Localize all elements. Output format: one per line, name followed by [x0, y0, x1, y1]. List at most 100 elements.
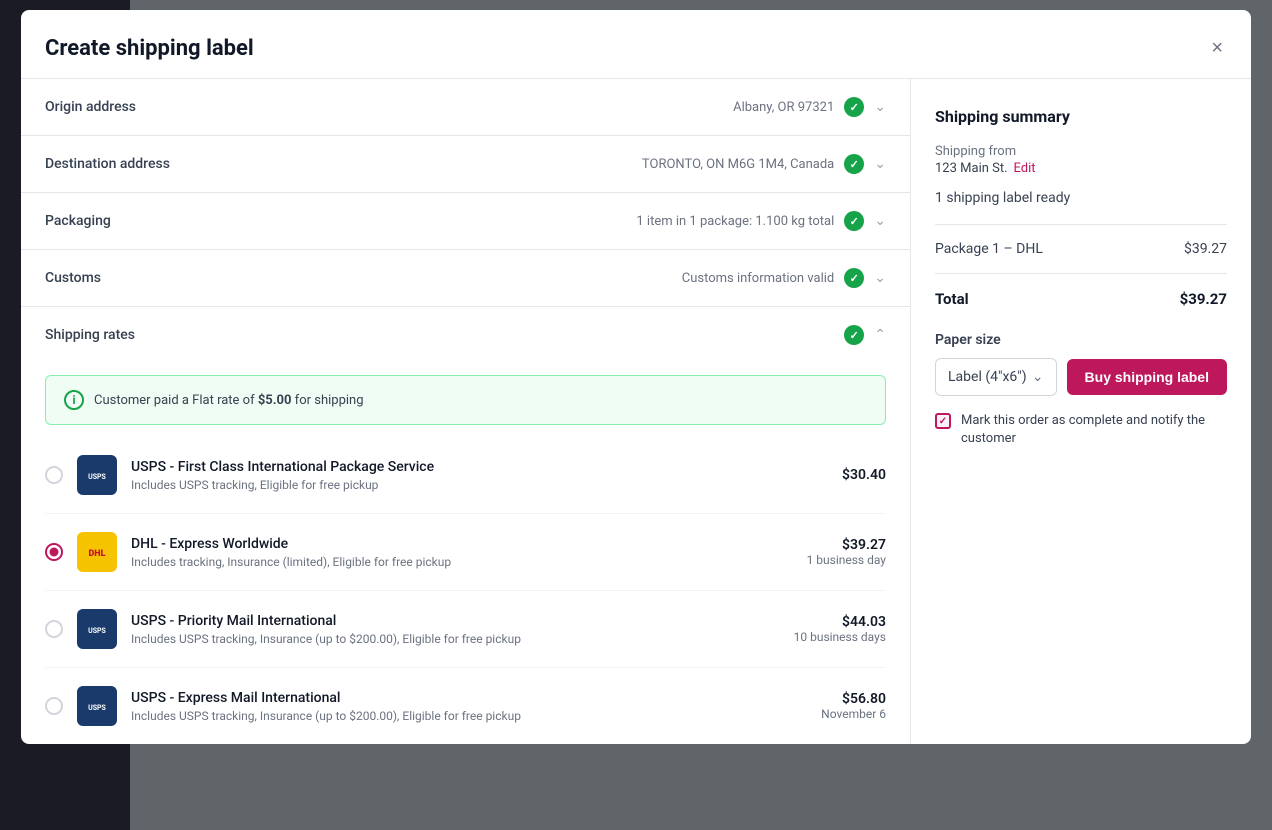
rate-desc-usps-first: Includes USPS tracking, Eligible for fre… — [131, 478, 828, 492]
close-button[interactable]: × — [1207, 34, 1227, 62]
summary-total-label: Total — [935, 290, 969, 308]
checkbox-row: Mark this order as complete and notify t… — [935, 412, 1227, 448]
carrier-logo-dhl: DHL — [77, 532, 117, 572]
rate-option-usps-priority: USPS USPS - Priority Mail International … — [45, 591, 886, 668]
rate-price-usps-express: $56.80 — [821, 691, 886, 707]
shipping-rates-right: ⌃ — [844, 325, 886, 345]
rate-option-dhl-express: DHL DHL - Express Worldwide Includes tra… — [45, 514, 886, 591]
shipping-rates-chevron-up-icon: ⌃ — [874, 327, 886, 343]
accordion-packaging: Packaging 1 item in 1 package: 1.100 kg … — [21, 193, 910, 250]
summary-ready: 1 shipping label ready — [935, 190, 1227, 206]
destination-value: TORONTO, ON M6G 1M4, Canada — [642, 157, 834, 172]
accordion-shipping-rates: Shipping rates ⌃ i Customer paid a Flat … — [21, 307, 910, 744]
right-panel: Shipping summary Shipping from 123 Main … — [911, 79, 1251, 744]
rate-price-block-usps-first: $30.40 — [842, 467, 886, 483]
rate-name-usps-express: USPS - Express Mail International — [131, 690, 807, 706]
accordion-customs-header[interactable]: Customs Customs information valid ⌄ — [21, 250, 910, 306]
packaging-label: Packaging — [45, 213, 111, 229]
summary-package-label: Package 1 – DHL — [935, 241, 1043, 257]
modal-header: Create shipping label × — [21, 10, 1251, 79]
paper-size-chevron-down-icon: ⌄ — [1032, 369, 1044, 385]
modal-title: Create shipping label — [45, 36, 254, 61]
rate-price-block-usps-priority: $44.03 10 business days — [794, 614, 886, 644]
rate-desc-usps-priority: Includes USPS tracking, Insurance (up to… — [131, 632, 780, 646]
destination-check-icon — [844, 154, 864, 174]
paper-size-select[interactable]: Label (4"x6") ⌄ — [935, 358, 1057, 396]
rate-info-dhl-express: DHL - Express Worldwide Includes trackin… — [131, 536, 793, 569]
rate-price-block-dhl-express: $39.27 1 business day — [807, 537, 886, 567]
rate-delivery-usps-express: November 6 — [821, 707, 886, 721]
rate-desc-dhl-express: Includes tracking, Insurance (limited), … — [131, 555, 793, 569]
svg-text:USPS: USPS — [88, 627, 106, 635]
modal-overlay: Create shipping label × Origin address A… — [0, 0, 1272, 830]
info-banner-text: Customer paid a Flat rate of $5.00 for s… — [94, 393, 364, 408]
rate-radio-usps-priority[interactable] — [45, 620, 63, 638]
rate-price-usps-priority: $44.03 — [794, 614, 886, 630]
paper-size-label: Paper size — [935, 332, 1227, 348]
rate-name-dhl-express: DHL - Express Worldwide — [131, 536, 793, 552]
summary-divider-top — [935, 224, 1227, 225]
paper-size-row: Label (4"x6") ⌄ Buy shipping label — [935, 358, 1227, 396]
rate-name-usps-first: USPS - First Class International Package… — [131, 459, 828, 475]
rate-info-usps-first: USPS - First Class International Package… — [131, 459, 828, 492]
rate-radio-dhl-express[interactable] — [45, 543, 63, 561]
carrier-logo-usps: USPS — [77, 455, 117, 495]
rate-info-usps-express: USPS - Express Mail International Includ… — [131, 690, 807, 723]
accordion-destination-header[interactable]: Destination address TORONTO, ON M6G 1M4,… — [21, 136, 910, 192]
notify-customer-label: Mark this order as complete and notify t… — [961, 412, 1227, 448]
rate-price-block-usps-express: $56.80 November 6 — [821, 691, 886, 721]
svg-text:DHL: DHL — [88, 549, 105, 559]
packaging-chevron-down-icon: ⌄ — [874, 213, 886, 229]
left-panel: Origin address Albany, OR 97321 ⌄ Destin… — [21, 79, 911, 744]
origin-chevron-down-icon: ⌄ — [874, 99, 886, 115]
shipping-rates-check-icon — [844, 325, 864, 345]
destination-chevron-down-icon: ⌄ — [874, 156, 886, 172]
summary-package-row: Package 1 – DHL $39.27 — [935, 241, 1227, 257]
packaging-check-icon — [844, 211, 864, 231]
summary-title: Shipping summary — [935, 107, 1227, 126]
packaging-right: 1 item in 1 package: 1.100 kg total ⌄ — [636, 211, 886, 231]
rate-radio-usps-first[interactable] — [45, 466, 63, 484]
rate-price-dhl-express: $39.27 — [807, 537, 886, 553]
rate-name-usps-priority: USPS - Priority Mail International — [131, 613, 780, 629]
accordion-packaging-header[interactable]: Packaging 1 item in 1 package: 1.100 kg … — [21, 193, 910, 249]
svg-text:USPS: USPS — [88, 704, 106, 712]
summary-package-price: $39.27 — [1184, 241, 1227, 257]
origin-value: Albany, OR 97321 — [733, 100, 834, 115]
paper-size-select-value: Label (4"x6") — [948, 369, 1027, 385]
summary-divider-bottom — [935, 273, 1227, 274]
summary-edit-link[interactable]: Edit — [1014, 161, 1036, 176]
destination-label: Destination address — [45, 156, 170, 172]
buy-shipping-label-button[interactable]: Buy shipping label — [1067, 359, 1227, 395]
accordion-customs: Customs Customs information valid ⌄ — [21, 250, 910, 307]
carrier-logo-usps-express: USPS — [77, 686, 117, 726]
origin-check-icon — [844, 97, 864, 117]
packaging-value: 1 item in 1 package: 1.100 kg total — [636, 214, 834, 229]
notify-customer-checkbox[interactable] — [935, 413, 951, 429]
carrier-logo-usps-priority: USPS — [77, 609, 117, 649]
rate-options: USPS USPS - First Class International Pa… — [21, 437, 910, 744]
destination-right: TORONTO, ON M6G 1M4, Canada ⌄ — [642, 154, 886, 174]
summary-address-text: 123 Main St. — [935, 161, 1008, 176]
rate-price-usps-first: $30.40 — [842, 467, 886, 483]
shipping-rates-label: Shipping rates — [45, 327, 135, 343]
origin-right: Albany, OR 97321 ⌄ — [733, 97, 886, 117]
paper-size-section: Paper size Label (4"x6") ⌄ Buy shipping … — [935, 332, 1227, 448]
svg-text:USPS: USPS — [88, 473, 106, 481]
summary-address-row: 123 Main St. Edit — [935, 161, 1227, 176]
customs-right: Customs information valid ⌄ — [682, 268, 886, 288]
summary-total-row: Total $39.27 — [935, 290, 1227, 308]
customs-chevron-down-icon: ⌄ — [874, 270, 886, 286]
rate-radio-usps-express[interactable] — [45, 697, 63, 715]
rate-delivery-usps-priority: 10 business days — [794, 630, 886, 644]
summary-from-label: Shipping from — [935, 144, 1227, 159]
rate-desc-usps-express: Includes USPS tracking, Insurance (up to… — [131, 709, 807, 723]
accordion-destination: Destination address TORONTO, ON M6G 1M4,… — [21, 136, 910, 193]
accordion-origin-header[interactable]: Origin address Albany, OR 97321 ⌄ — [21, 79, 910, 135]
rate-option-usps-express: USPS USPS - Express Mail International I… — [45, 668, 886, 744]
accordion-shipping-rates-header[interactable]: Shipping rates ⌃ — [21, 307, 910, 363]
info-banner: i Customer paid a Flat rate of $5.00 for… — [45, 375, 886, 425]
customs-value: Customs information valid — [682, 271, 835, 286]
info-circle-icon: i — [64, 390, 84, 410]
summary-total-price: $39.27 — [1180, 290, 1227, 308]
